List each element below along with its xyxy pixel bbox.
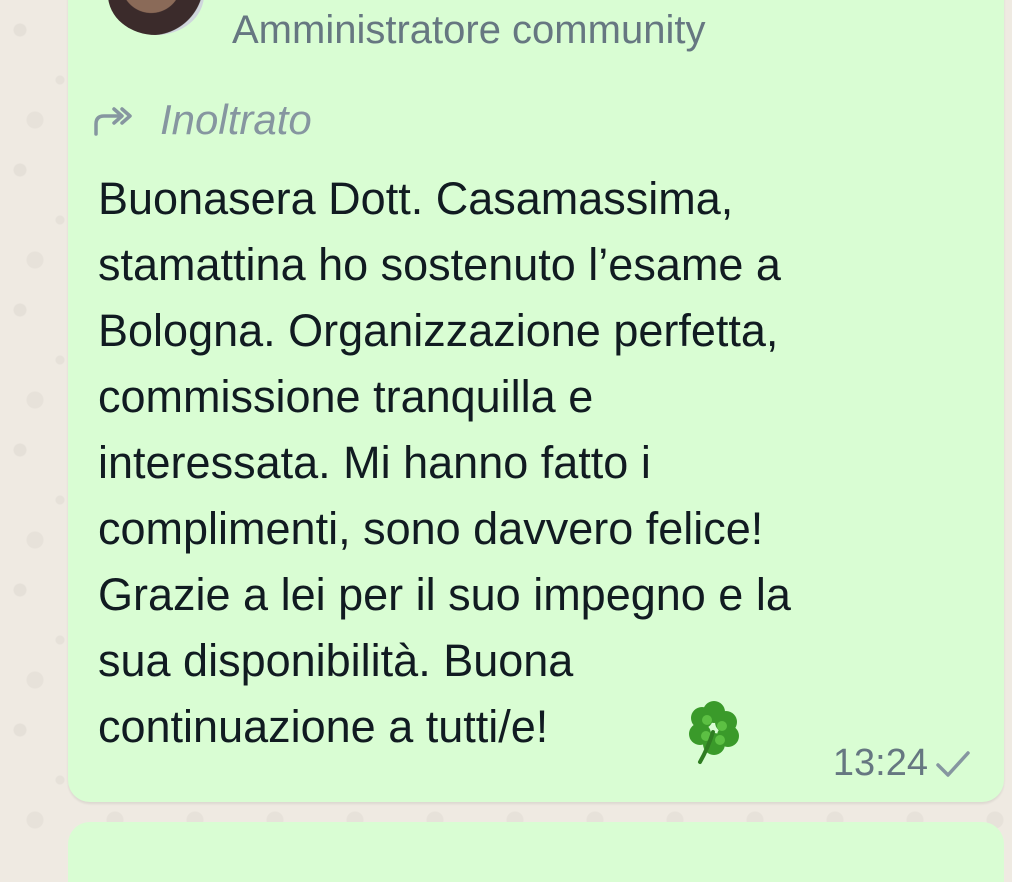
forward-icon bbox=[94, 107, 132, 136]
message-meta: 13:24 bbox=[833, 742, 972, 785]
next-message-bubble[interactable] bbox=[68, 822, 1004, 882]
message-text: Buonasera Dott. Casamassima, stamattina … bbox=[98, 173, 791, 752]
sender-role: Amministratore community bbox=[232, 8, 706, 52]
single-check-icon bbox=[936, 750, 970, 777]
message-time: 13:24 bbox=[832, 742, 928, 784]
forwarded-indicator: Inoltrato bbox=[92, 96, 312, 144]
forwarded-label: Inoltrato bbox=[160, 96, 312, 143]
four-leaf-clover-icon bbox=[689, 701, 739, 764]
